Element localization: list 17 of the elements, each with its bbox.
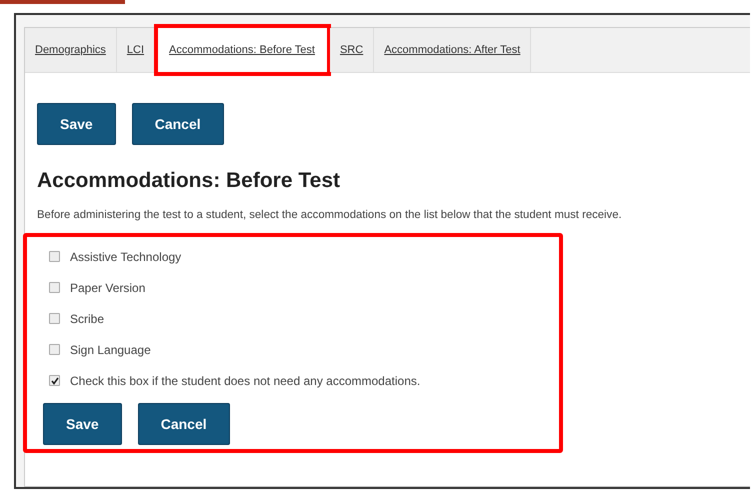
checkbox-label[interactable]: Sign Language <box>70 342 151 356</box>
checkbox[interactable] <box>49 313 60 324</box>
checkbox-label[interactable]: Check this box if the student does not need any accommodations. <box>70 374 420 388</box>
tab[interactable]: Accommodations: Before Test <box>155 25 330 75</box>
page-heading: Accommodations: Before Test <box>37 169 341 193</box>
save-button[interactable]: Save <box>43 403 122 445</box>
checkbox-label[interactable]: Paper Version <box>70 280 146 294</box>
checkbox[interactable] <box>49 344 60 355</box>
cancel-button[interactable]: Cancel <box>138 403 230 445</box>
instructions-text: Before administering the test to a student, select the accommodations on the list below that the student must receive. <box>37 209 623 221</box>
save-button[interactable]: Save <box>37 103 116 145</box>
checkbox[interactable] <box>49 251 60 262</box>
checkbox-label[interactable]: Scribe <box>70 312 104 326</box>
cancel-button[interactable]: Cancel <box>132 103 224 145</box>
checkbox-label[interactable]: Assistive Technology <box>70 250 182 264</box>
checkbox[interactable] <box>49 375 60 386</box>
checkbox[interactable] <box>49 282 60 293</box>
